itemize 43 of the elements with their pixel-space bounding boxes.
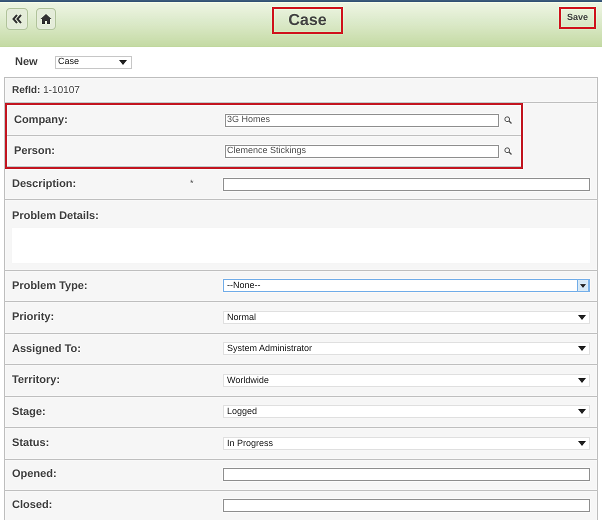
page-title: Case xyxy=(272,7,343,34)
field-label: Priority: xyxy=(12,310,56,325)
home-button[interactable] xyxy=(36,8,56,30)
caret-icon xyxy=(578,409,586,414)
search-icon[interactable] xyxy=(504,116,512,124)
dropdown-field[interactable]: Normal xyxy=(223,310,590,324)
dropdown-field[interactable]: Case xyxy=(55,56,132,68)
dropdown-field[interactable]: System Administrator xyxy=(223,342,590,356)
refid-label: RefId: 1-10107 xyxy=(12,84,80,98)
field-label: Opened: xyxy=(12,467,58,482)
field-label: Company: xyxy=(14,112,69,128)
field-label: Problem Type: xyxy=(12,278,89,294)
lookup-field[interactable]: 3G Homes xyxy=(225,114,499,126)
field-label: Person: xyxy=(14,144,56,159)
field-label: Closed: xyxy=(12,498,54,514)
caret-icon xyxy=(578,346,586,352)
caret-icon xyxy=(578,378,586,383)
dropdown-field[interactable]: Logged xyxy=(223,405,590,418)
field-label: Status: xyxy=(12,436,50,451)
caret-icon xyxy=(580,284,586,288)
field-label: Assigned To: xyxy=(12,342,82,356)
dropdown-button[interactable] xyxy=(577,279,589,292)
field-label: Description: xyxy=(12,176,78,192)
dropdown-field[interactable]: In Progress xyxy=(223,436,590,450)
double-chevron-icon xyxy=(12,14,22,24)
field-label: Problem Details: xyxy=(12,209,100,224)
back-button[interactable] xyxy=(6,8,28,30)
required-mark: * xyxy=(190,177,194,190)
save-button[interactable]: Save xyxy=(558,7,596,29)
new-label: New xyxy=(15,54,39,70)
dropdown-field[interactable]: Worldwide xyxy=(223,374,590,387)
caret-icon xyxy=(119,60,127,64)
dropdown-field[interactable]: --None-- xyxy=(223,279,590,292)
caret-icon xyxy=(578,440,586,446)
field-label: Territory: xyxy=(12,373,62,388)
lookup-field[interactable]: Clemence Stickings xyxy=(225,144,499,158)
input-field[interactable] xyxy=(223,499,590,512)
input-field[interactable] xyxy=(223,468,590,481)
search-icon[interactable] xyxy=(504,147,512,155)
caret-icon xyxy=(578,314,586,320)
input-field[interactable] xyxy=(223,178,590,190)
field-label: Stage: xyxy=(12,404,47,420)
home-icon xyxy=(40,13,52,25)
